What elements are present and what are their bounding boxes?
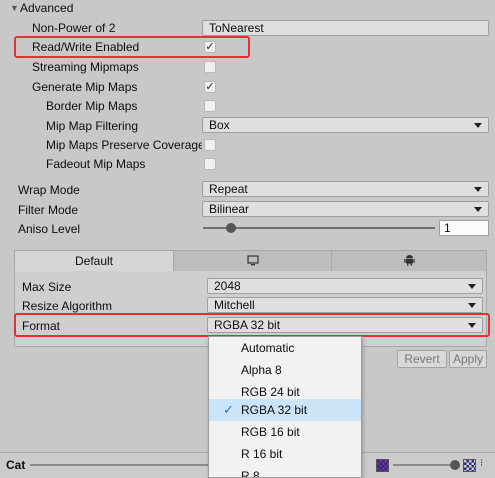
resize-algorithm-label: Resize Algorithm: [22, 299, 113, 313]
tab-default[interactable]: Default: [15, 251, 173, 271]
wrap-mode-dropdown[interactable]: Repeat: [202, 181, 489, 197]
mip-map-filtering-value: Box: [209, 118, 230, 132]
resize-algorithm-dropdown[interactable]: Mitchell: [207, 297, 483, 313]
filter-mode-dropdown[interactable]: Bilinear: [202, 201, 489, 217]
fadeout-mip-maps-checkbox[interactable]: [204, 158, 216, 170]
menu-item-label: RGBA 32 bit: [241, 403, 308, 417]
revert-button[interactable]: Revert: [397, 350, 447, 368]
mip-maps-preserve-coverage-checkbox[interactable]: [204, 139, 216, 151]
chevron-down-icon: [468, 303, 476, 308]
android-icon: [404, 254, 415, 268]
tab-default-label: Default: [74, 254, 114, 268]
mip-map-filtering-dropdown[interactable]: Box: [202, 117, 489, 133]
chevron-down-icon: [474, 187, 482, 192]
non-power-of-2-dropdown[interactable]: ToNearest: [202, 20, 489, 36]
more-icon[interactable]: ⁝: [480, 458, 483, 469]
aniso-level-slider-thumb[interactable]: [226, 223, 236, 233]
format-highlight: [14, 313, 490, 337]
preview-slider-track[interactable]: [393, 464, 451, 466]
read-write-highlight: [14, 36, 250, 58]
border-mip-maps-checkbox[interactable]: [204, 100, 216, 112]
filter-mode-value: Bilinear: [209, 202, 250, 216]
menu-item-rgba-32-bit[interactable]: ✓ RGBA 32 bit: [209, 399, 361, 421]
generate-mip-maps-checkbox[interactable]: ✓: [204, 81, 216, 93]
menu-item-r-16-bit[interactable]: R 16 bit: [209, 443, 361, 465]
menu-item-alpha-8[interactable]: Alpha 8: [209, 359, 361, 381]
aniso-level-input[interactable]: 1: [439, 220, 489, 236]
max-size-dropdown[interactable]: 2048: [207, 278, 483, 294]
monitor-icon: [247, 254, 259, 268]
menu-item-label: RGB 24 bit: [241, 385, 300, 399]
chevron-down-icon: [474, 123, 482, 128]
menu-item-label: R 16 bit: [241, 447, 283, 461]
preview-title: Cat: [6, 458, 26, 472]
preview-mip-slider-track[interactable]: [30, 464, 208, 466]
non-power-of-2-value: ToNearest: [209, 21, 264, 35]
aniso-level-label: Aniso Level: [18, 222, 81, 236]
fadeout-mip-maps-label: Fadeout Mip Maps: [46, 157, 146, 171]
streaming-mipmaps-label: Streaming Mipmaps: [32, 60, 139, 74]
format-dropdown-menu: Automatic Alpha 8 RGB 24 bit ✓ RGBA 32 b…: [208, 336, 362, 478]
alpha-checker-icon[interactable]: [376, 459, 389, 472]
menu-item-label: R 8: [241, 469, 260, 478]
chevron-down-icon: [468, 284, 476, 289]
mip-maps-preserve-coverage-label: Mip Maps Preserve Coverage: [46, 138, 202, 152]
advanced-header[interactable]: Advanced: [20, 0, 73, 16]
advanced-foldout-arrow[interactable]: ▼: [10, 3, 19, 13]
filter-mode-label: Filter Mode: [18, 203, 79, 217]
generate-mip-maps-label: Generate Mip Maps: [32, 80, 138, 94]
menu-item-label: Alpha 8: [241, 363, 282, 377]
tab-standalone[interactable]: [173, 251, 332, 271]
menu-item-r-8[interactable]: R 8: [209, 465, 361, 478]
aniso-level-slider-track[interactable]: [203, 227, 435, 229]
resize-algorithm-value: Mitchell: [214, 298, 255, 312]
streaming-mipmaps-checkbox[interactable]: [204, 61, 216, 73]
tab-android[interactable]: [331, 251, 487, 271]
checkmark-icon: ✓: [223, 402, 234, 417]
max-size-label: Max Size: [22, 280, 72, 294]
preview-slider-thumb[interactable]: [450, 460, 460, 470]
max-size-value: 2048: [214, 279, 241, 293]
non-power-of-2-label: Non-Power of 2: [32, 21, 116, 35]
menu-item-automatic[interactable]: Automatic: [209, 337, 361, 359]
mip-map-filtering-label: Mip Map Filtering: [46, 119, 139, 133]
mip-level-icon[interactable]: [463, 459, 476, 472]
menu-item-label: Automatic: [241, 341, 295, 355]
platform-tabs: Default: [14, 250, 487, 272]
chevron-down-icon: [474, 207, 482, 212]
border-mip-maps-label: Border Mip Maps: [46, 99, 138, 113]
apply-button[interactable]: Apply: [449, 350, 487, 368]
wrap-mode-value: Repeat: [209, 182, 248, 196]
menu-item-label: RGB 16 bit: [241, 425, 300, 439]
wrap-mode-label: Wrap Mode: [18, 183, 80, 197]
menu-item-rgb-16-bit[interactable]: RGB 16 bit: [209, 421, 361, 443]
